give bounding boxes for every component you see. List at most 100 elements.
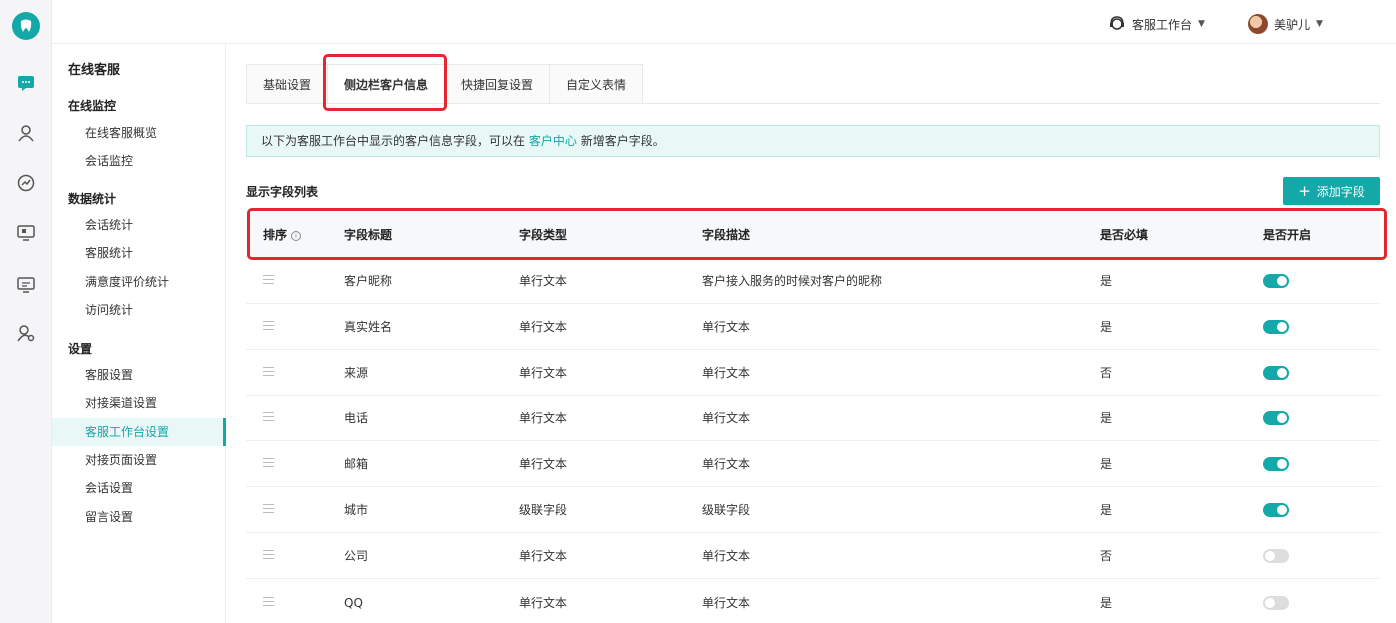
table-row: 来源 单行文本 单行文本 否 [246, 350, 1380, 396]
enabled-toggle[interactable] [1263, 411, 1289, 425]
menu-item-page-settings[interactable]: 对接页面设置 [52, 446, 226, 474]
tooth-icon[interactable] [12, 12, 40, 40]
plus-icon: + [1298, 181, 1311, 200]
menu-item-workspace-settings[interactable]: 客服工作台设置 [52, 418, 226, 446]
field-type: 级联字段 [519, 503, 568, 517]
menu-item-session-stats[interactable]: 会话统计 [52, 211, 226, 239]
enabled-toggle[interactable] [1263, 366, 1289, 380]
user-settings-icon[interactable] [14, 321, 38, 345]
user-name: 美驴儿 [1274, 17, 1311, 32]
workspace-label: 客服工作台 [1132, 17, 1193, 32]
tab-basic[interactable]: 基础设置 [246, 64, 328, 104]
menu-group-settings: 设置 [68, 342, 93, 356]
drag-handle-icon[interactable] [263, 412, 274, 422]
notice-prefix: 以下为客服工作台中显示的客户信息字段，可以在 [261, 134, 526, 148]
menu-group-monitor: 在线监控 [68, 99, 117, 113]
field-desc: 单行文本 [702, 366, 751, 380]
field-title: 电话 [344, 411, 369, 425]
menu-item-channel-settings[interactable]: 对接渠道设置 [52, 389, 226, 417]
field-desc: 客户接入服务的时候对客户的昵称 [702, 274, 883, 288]
field-required: 否 [1100, 549, 1113, 563]
field-type: 单行文本 [519, 457, 568, 471]
field-required: 是 [1100, 274, 1113, 288]
menu-item-session-settings[interactable]: 会话设置 [52, 474, 226, 502]
field-desc: 单行文本 [702, 320, 751, 334]
drag-handle-icon[interactable] [263, 275, 274, 285]
menu-group-stats: 数据统计 [68, 192, 117, 206]
tab-divider [246, 103, 1380, 104]
table-row: QQ 单行文本 单行文本 是 [246, 580, 1380, 623]
enabled-toggle[interactable] [1263, 503, 1289, 517]
field-title: 客户昵称 [344, 274, 393, 288]
workspace-switcher[interactable]: 客服工作台 ▼ [1108, 14, 1205, 34]
customer-center-link[interactable]: 客户中心 [529, 134, 577, 148]
chat-icon[interactable] [14, 71, 38, 95]
enabled-toggle[interactable] [1263, 457, 1289, 471]
drag-handle-icon[interactable] [263, 597, 274, 607]
table-row: 真实姓名 单行文本 单行文本 是 [246, 304, 1380, 350]
field-desc: 单行文本 [702, 411, 751, 425]
field-title: QQ [344, 596, 363, 610]
field-required: 是 [1100, 596, 1113, 610]
field-type: 单行文本 [519, 320, 568, 334]
menu-item-message-settings[interactable]: 留言设置 [52, 503, 226, 531]
enabled-toggle[interactable] [1263, 596, 1289, 610]
header-field-type: 字段类型 [519, 228, 568, 242]
table-row: 电话 单行文本 单行文本 是 [246, 395, 1380, 441]
drag-handle-icon[interactable] [263, 367, 274, 377]
field-title: 城市 [344, 503, 369, 517]
field-type: 单行文本 [519, 549, 568, 563]
menu-item-satisfaction-stats[interactable]: 满意度评价统计 [52, 268, 226, 296]
enabled-toggle[interactable] [1263, 320, 1289, 334]
menu-item-visit-stats[interactable]: 访问统计 [52, 296, 226, 324]
drag-handle-icon[interactable] [263, 550, 274, 560]
table-row: 邮箱 单行文本 单行文本 是 [246, 441, 1380, 487]
notice-suffix: 新增客户字段。 [580, 134, 665, 148]
avatar [1248, 14, 1268, 34]
table-row: 城市 级联字段 级联字段 是 [246, 487, 1380, 533]
settings-tabs: 基础设置 侧边栏客户信息 快捷回复设置 自定义表情 [246, 64, 644, 104]
add-field-label: 添加字段 [1316, 184, 1365, 199]
field-title: 真实姓名 [344, 320, 393, 334]
menu-item-agent-stats[interactable]: 客服统计 [52, 239, 226, 267]
chart-icon[interactable] [14, 171, 38, 195]
table-row: 客户昵称 单行文本 客户接入服务的时候对客户的昵称 是 [246, 258, 1380, 304]
screen-icon[interactable] [14, 273, 38, 297]
icon-rail [0, 0, 52, 623]
field-desc: 单行文本 [702, 549, 751, 563]
section-title: 显示字段列表 [246, 185, 319, 199]
user-service-icon[interactable] [14, 121, 38, 145]
menu-title: 在线客服 [68, 63, 121, 78]
enabled-toggle[interactable] [1263, 549, 1289, 563]
header-enabled: 是否开启 [1263, 228, 1312, 242]
user-menu[interactable]: 美驴儿 ▼ [1248, 13, 1323, 35]
menu-item-agent-settings[interactable]: 客服设置 [52, 361, 226, 389]
field-type: 单行文本 [519, 411, 568, 425]
header-field-title: 字段标题 [344, 228, 393, 242]
add-field-button[interactable]: + 添加字段 [1283, 177, 1380, 205]
field-desc: 级联字段 [702, 503, 751, 517]
drag-handle-icon[interactable] [263, 321, 274, 331]
header-field-desc: 字段描述 [702, 228, 751, 242]
field-required: 是 [1100, 411, 1113, 425]
tab-quick-reply[interactable]: 快捷回复设置 [444, 64, 550, 104]
tab-sidebar-customer-info[interactable]: 侧边栏客户信息 [327, 64, 445, 104]
menu-item-session-monitor[interactable]: 会话监控 [52, 147, 226, 175]
drag-handle-icon[interactable] [263, 504, 274, 514]
field-title: 来源 [344, 366, 369, 380]
header-required: 是否必填 [1100, 228, 1149, 242]
headset-icon [1110, 16, 1124, 30]
drag-handle-icon[interactable] [263, 458, 274, 468]
field-required: 否 [1100, 366, 1113, 380]
info-icon[interactable]: i [291, 230, 302, 241]
field-desc: 单行文本 [702, 596, 751, 610]
field-title: 公司 [344, 549, 369, 563]
enabled-toggle[interactable] [1263, 274, 1289, 288]
info-notice: 以下为客服工作台中显示的客户信息字段，可以在 客户中心 新增客户字段。 [246, 125, 1380, 157]
menu-item-overview[interactable]: 在线客服概览 [52, 119, 226, 147]
tab-custom-emoji[interactable]: 自定义表情 [549, 64, 644, 104]
side-menu: 在线客服 在线监控 在线客服概览 会话监控 数据统计 会话统计 客服统计 满意度… [52, 44, 226, 623]
field-type: 单行文本 [519, 366, 568, 380]
field-type: 单行文本 [519, 596, 568, 610]
monitor-icon[interactable] [14, 221, 38, 245]
